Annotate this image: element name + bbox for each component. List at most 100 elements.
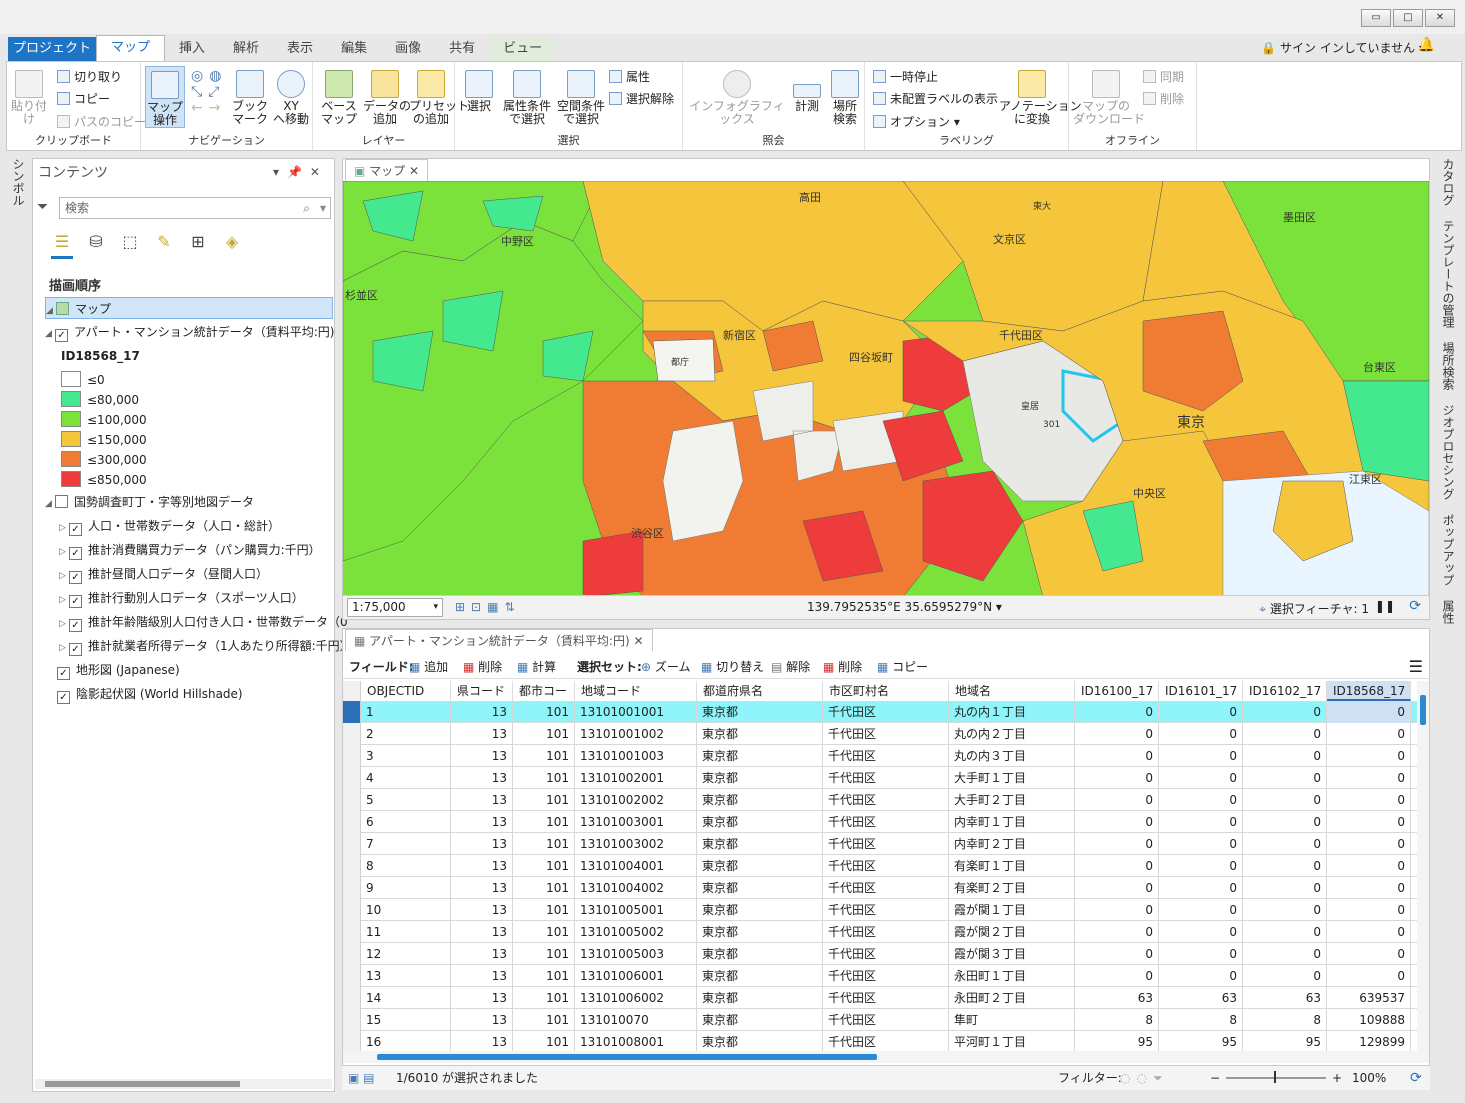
- row-selector[interactable]: [343, 1009, 361, 1031]
- table-cell[interactable]: 東京都: [697, 723, 823, 745]
- table-cell[interactable]: 0: [1159, 745, 1243, 767]
- maximize-button[interactable]: □: [1393, 9, 1423, 27]
- table-cell[interactable]: 0: [1327, 767, 1411, 789]
- table-cell[interactable]: 0: [1075, 943, 1159, 965]
- table-cell[interactable]: 13: [451, 789, 513, 811]
- table-cell[interactable]: 13101005001: [575, 899, 697, 921]
- table-row[interactable]: 9 13 101 13101004002 東京都 千代田区 有楽町２丁目 0 0 0 0: [343, 877, 1417, 899]
- table-cell[interactable]: 13: [451, 943, 513, 965]
- table-cell[interactable]: 13: [451, 1031, 513, 1051]
- table-row[interactable]: 11 13 101 13101005002 東京都 千代田区 霞が関２丁目 0 0 0 0: [343, 921, 1417, 943]
- table-cell[interactable]: 101: [513, 745, 575, 767]
- attributes-button[interactable]: 属性: [609, 68, 650, 85]
- table-cell[interactable]: 東京都: [697, 877, 823, 899]
- table-cell[interactable]: 0: [1243, 877, 1327, 899]
- table-cell[interactable]: 丸の内２丁目: [949, 723, 1075, 745]
- tree-sublayer[interactable]: ▷ ✓ 推計就業者所得データ（1人あたり所得額:千円）: [59, 635, 352, 657]
- tab-map[interactable]: マップ: [96, 35, 166, 61]
- table-cell[interactable]: 東京都: [697, 943, 823, 965]
- table-cell[interactable]: 11: [361, 921, 451, 943]
- editing-icon[interactable]: ✎: [153, 231, 175, 253]
- table-cell[interactable]: 13: [451, 855, 513, 877]
- tree-layer-apartment[interactable]: ◢ ✓ アパート・マンション統計データ（賃料平均:円): [45, 321, 335, 343]
- table-cell[interactable]: 13101001001: [575, 701, 697, 723]
- table-cell[interactable]: 内幸町１丁目: [949, 811, 1075, 833]
- pane-controls[interactable]: ▾📌✕: [273, 165, 328, 179]
- select-button[interactable]: 選択: [461, 70, 497, 113]
- table-cell[interactable]: 0: [1159, 701, 1243, 723]
- nav-tools[interactable]: ◎◍ ⤡⤢ ←→: [191, 68, 227, 116]
- table-row[interactable]: 5 13 101 13101002002 東京都 千代田区 大手町２丁目 0 0 0 0: [343, 789, 1417, 811]
- table-cell[interactable]: 千代田区: [823, 987, 949, 1009]
- expand-icon[interactable]: ◢: [45, 323, 55, 345]
- row-selector[interactable]: [343, 767, 361, 789]
- table-cell[interactable]: 3: [361, 745, 451, 767]
- table-cell[interactable]: 13: [451, 899, 513, 921]
- table-row[interactable]: 10 13 101 13101005001 東京都 千代田区 霞が関１丁目 0 0 0 0: [343, 899, 1417, 921]
- table-row[interactable]: 16 13 101 13101008001 東京都 千代田区 平河町１丁目 95 95 95 129…: [343, 1031, 1417, 1051]
- row-selector[interactable]: [343, 965, 361, 987]
- table-cell[interactable]: 0: [1327, 921, 1411, 943]
- table-cell[interactable]: 4: [361, 767, 451, 789]
- table-cell[interactable]: 永田町１丁目: [949, 965, 1075, 987]
- label-options-button[interactable]: オプション ▾: [873, 113, 960, 130]
- table-cell[interactable]: 8: [1243, 1009, 1327, 1031]
- attribute-grid[interactable]: OBJECTID県コード都市コード地域コード都道府県名市区町村名地域名ID161…: [343, 681, 1417, 1051]
- vscroll-thumb[interactable]: [1420, 695, 1426, 725]
- table-cell[interactable]: 101: [513, 877, 575, 899]
- table-cell[interactable]: 13: [361, 965, 451, 987]
- table-cell[interactable]: 千代田区: [823, 723, 949, 745]
- zoom-slider[interactable]: [1226, 1077, 1326, 1079]
- column-header[interactable]: 都道府県名: [697, 681, 823, 701]
- legend-swatch[interactable]: [61, 391, 81, 407]
- table-cell[interactable]: 13101002002: [575, 789, 697, 811]
- table-cell[interactable]: 0: [1327, 965, 1411, 987]
- table-cell[interactable]: 15: [361, 1009, 451, 1031]
- table-cell[interactable]: 千代田区: [823, 943, 949, 965]
- table-cell[interactable]: 63: [1075, 987, 1159, 1009]
- table-cell[interactable]: 101: [513, 767, 575, 789]
- labeling-icon[interactable]: ◈: [221, 231, 243, 253]
- expand-icon[interactable]: ▷: [59, 541, 69, 563]
- table-cell[interactable]: 0: [1243, 723, 1327, 745]
- table-cell[interactable]: 0: [1243, 965, 1327, 987]
- table-cell[interactable]: 東京都: [697, 701, 823, 723]
- table-cell[interactable]: 13: [451, 745, 513, 767]
- table-cell[interactable]: 0: [1327, 723, 1411, 745]
- table-cell[interactable]: 千代田区: [823, 877, 949, 899]
- map-view-tab[interactable]: ▣ マップ ✕: [345, 159, 429, 181]
- add-preset-button[interactable]: プリセット の追加: [409, 70, 469, 126]
- table-cell[interactable]: 丸の内１丁目: [949, 701, 1075, 723]
- table-row[interactable]: 3 13 101 13101001003 東京都 千代田区 丸の内３丁目 0 0 0 0: [343, 745, 1417, 767]
- table-cell[interactable]: 101: [513, 1009, 575, 1031]
- table-cell[interactable]: 101: [513, 701, 575, 723]
- table-cell[interactable]: 0: [1159, 943, 1243, 965]
- table-cell[interactable]: 東京都: [697, 789, 823, 811]
- close-button[interactable]: ✕: [1425, 9, 1455, 27]
- table-cell[interactable]: 95: [1159, 1031, 1243, 1051]
- table-cell[interactable]: 0: [1075, 921, 1159, 943]
- table-cell[interactable]: 101: [513, 965, 575, 987]
- table-horizontal-scrollbar[interactable]: [343, 1051, 1429, 1063]
- zoom-level[interactable]: 100%: [1352, 1066, 1386, 1090]
- paste-button[interactable]: 貼り付け: [9, 70, 49, 126]
- table-cell[interactable]: 101: [513, 789, 575, 811]
- contents-search-input[interactable]: 検索 ⌕ ▾: [59, 197, 331, 219]
- table-cell[interactable]: 101: [513, 723, 575, 745]
- expand-icon[interactable]: ◢: [45, 493, 55, 515]
- table-cell[interactable]: 有楽町２丁目: [949, 877, 1075, 899]
- table-cell[interactable]: 63: [1159, 987, 1243, 1009]
- table-cell[interactable]: 千代田区: [823, 1009, 949, 1031]
- unplaced-labels-button[interactable]: 未配置ラベルの表示: [873, 90, 998, 107]
- snapping-icon[interactable]: ⊞: [187, 231, 209, 253]
- table-cell[interactable]: 8: [1159, 1009, 1243, 1031]
- table-cell[interactable]: 隼町: [949, 1009, 1075, 1031]
- copy-path-button[interactable]: パスのコピー: [57, 113, 146, 130]
- table-cell[interactable]: 0: [1075, 899, 1159, 921]
- group-visibility-checkbox[interactable]: [55, 495, 68, 508]
- row-selector[interactable]: [343, 833, 361, 855]
- table-view-tab[interactable]: ▦ アパート・マンション統計データ（賃料平均:円) ✕: [345, 629, 653, 651]
- dock-tab[interactable]: ポップアップ: [1440, 514, 1457, 586]
- table-cell[interactable]: 13: [451, 833, 513, 855]
- table-cell[interactable]: 0: [1159, 855, 1243, 877]
